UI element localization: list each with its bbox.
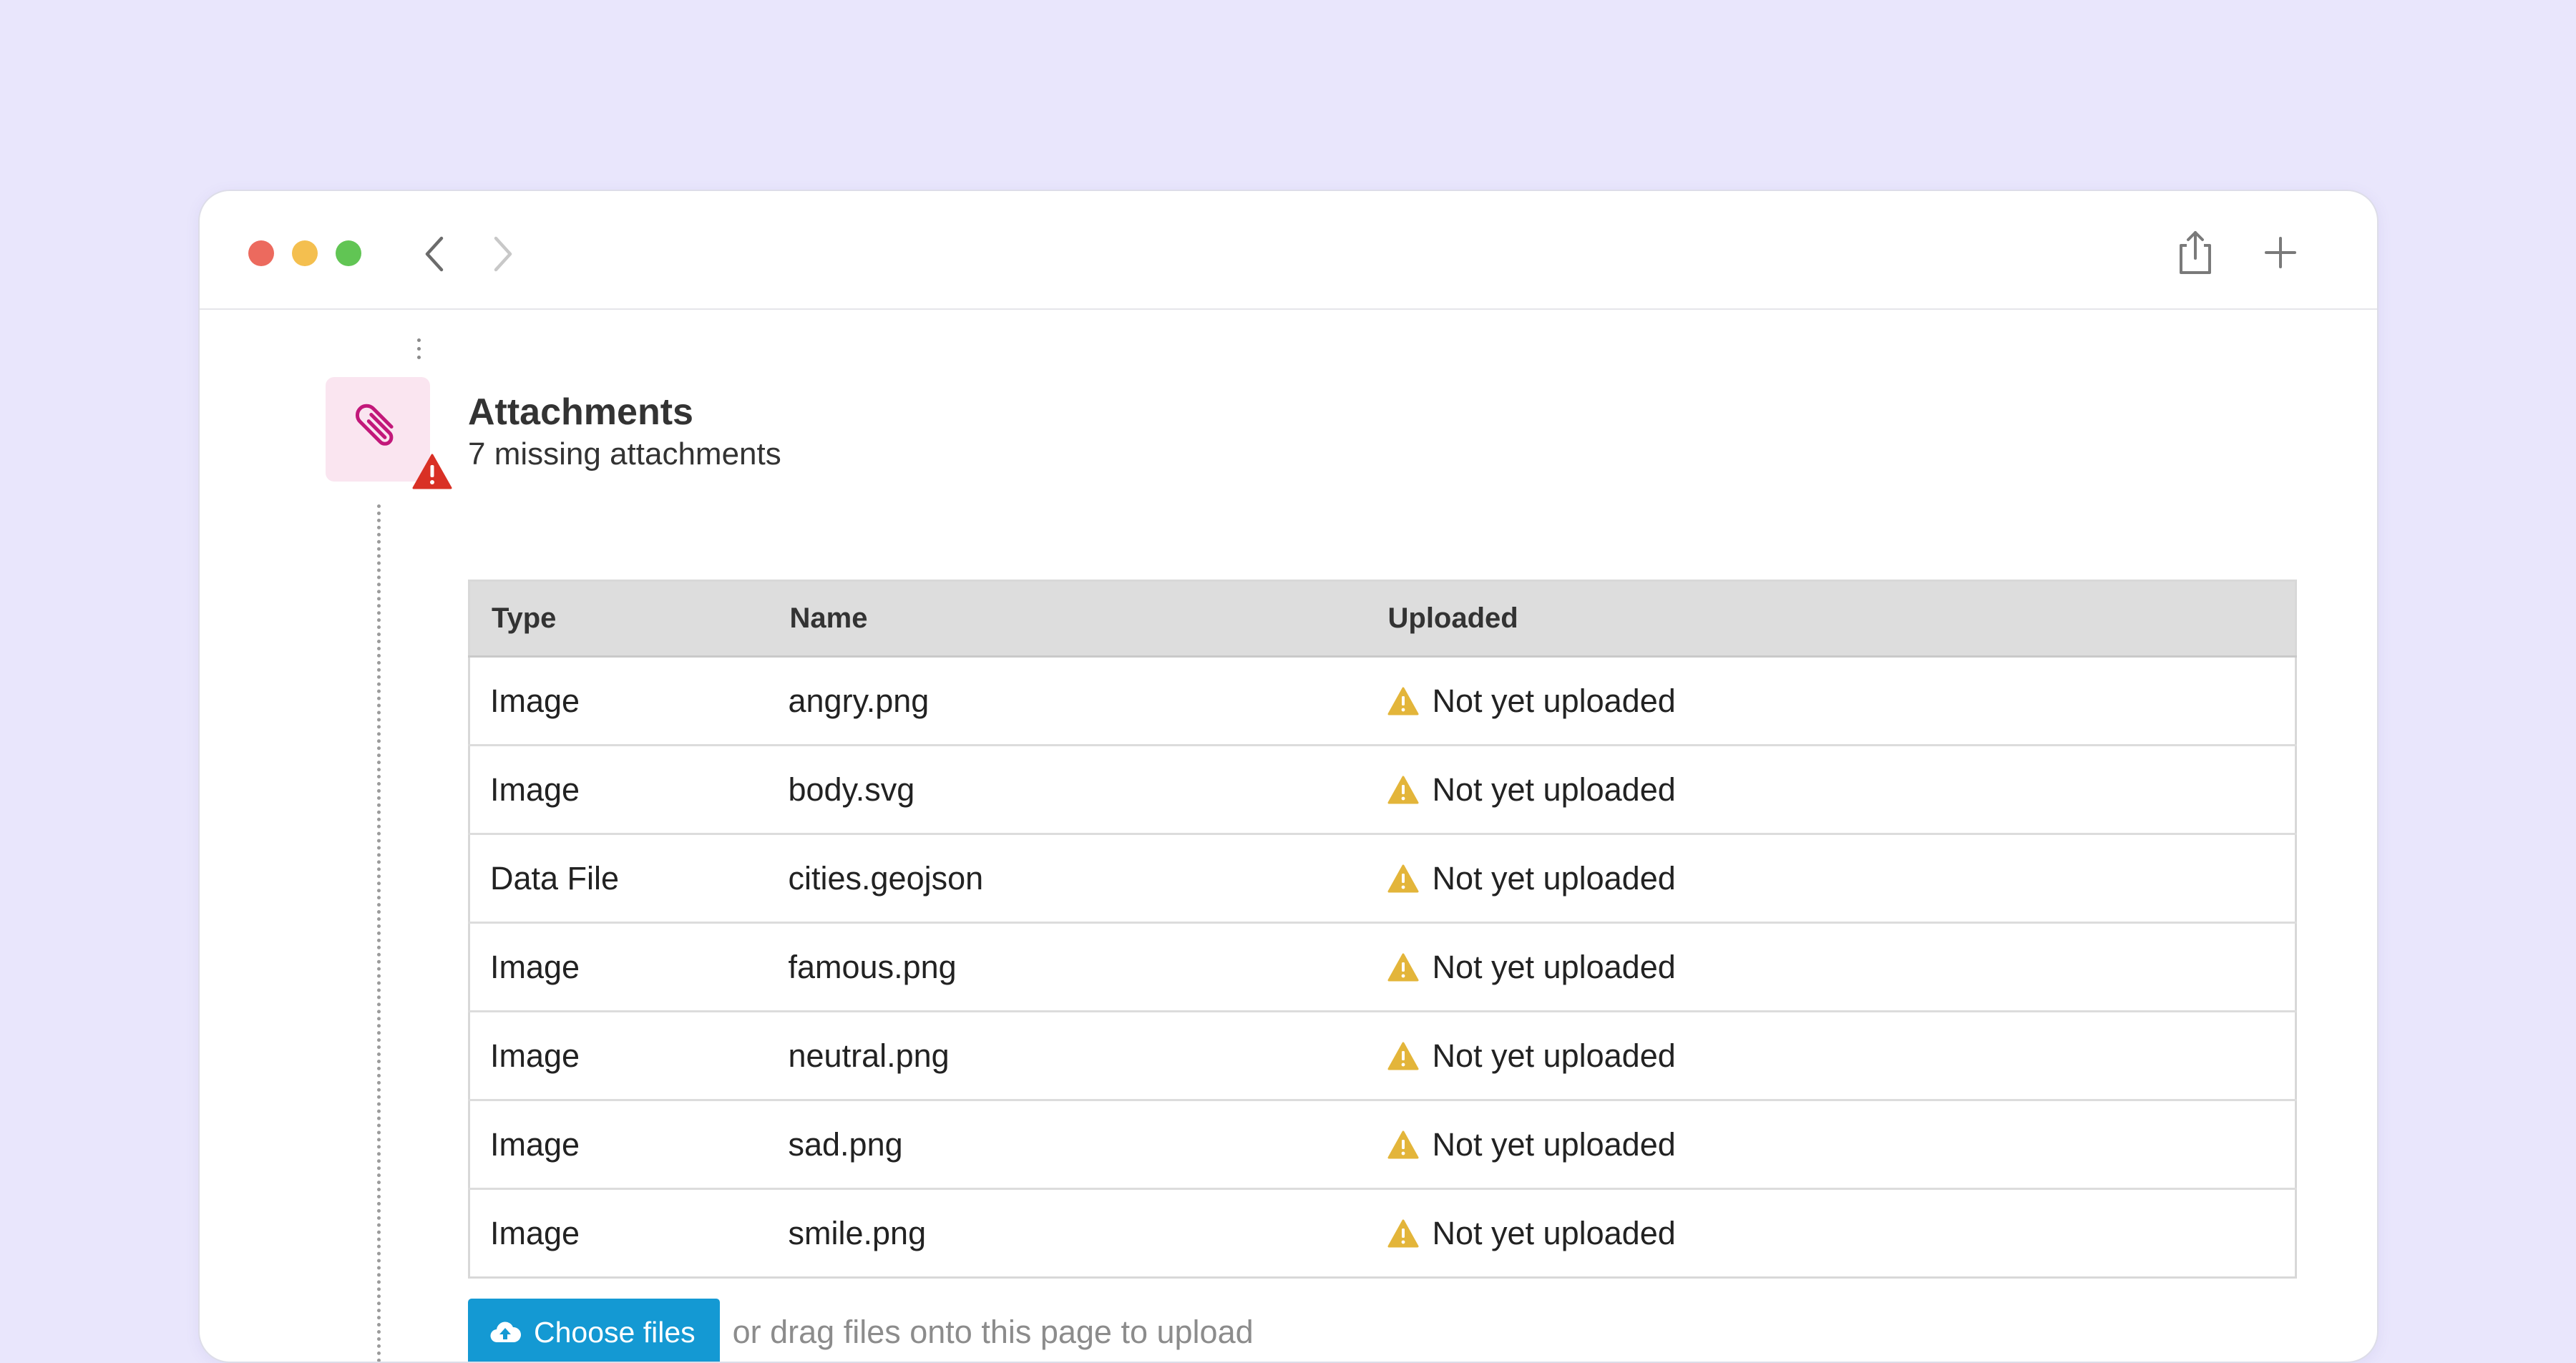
timeline-connector: [377, 504, 381, 1362]
upload-status-label: Not yet uploaded: [1432, 682, 1676, 719]
cell-name: famous.png: [768, 922, 1367, 1012]
upload-status-label: Not yet uploaded: [1432, 1037, 1676, 1074]
upload-status: Not yet uploaded: [1387, 771, 2296, 808]
choose-files-label: Choose files: [534, 1315, 696, 1349]
forward-button[interactable]: [480, 233, 523, 275]
cell-name: neutral.png: [768, 1010, 1367, 1100]
more-options-icon[interactable]: [411, 338, 426, 367]
page-content: Attachments 7 missing attachments Type N…: [200, 311, 2377, 1362]
cell-type: Image: [469, 744, 769, 834]
column-header-uploaded[interactable]: Uploaded: [1366, 580, 2296, 658]
upload-status-label: Not yet uploaded: [1432, 771, 1676, 808]
warning-icon: [1387, 864, 1418, 892]
maximize-window-button[interactable]: [336, 240, 361, 266]
cell-uploaded: Not yet uploaded: [1366, 833, 2296, 923]
cell-uploaded: Not yet uploaded: [1366, 1188, 2296, 1278]
upload-status: Not yet uploaded: [1387, 860, 2296, 897]
cell-type: Image: [469, 922, 769, 1012]
table-row: Image sad.png Not yet uploaded: [469, 1099, 2296, 1189]
chevron-left-icon: [425, 236, 444, 272]
upload-row: Choose files or drag files onto this pag…: [468, 1299, 1254, 1362]
back-button[interactable]: [414, 233, 457, 275]
cell-name: sad.png: [768, 1099, 1367, 1189]
cell-uploaded: Not yet uploaded: [1366, 744, 2296, 834]
column-header-type[interactable]: Type: [469, 580, 769, 658]
cell-name: angry.png: [768, 655, 1367, 746]
share-button[interactable]: [2172, 228, 2218, 277]
upload-status: Not yet uploaded: [1387, 1126, 2296, 1163]
upload-status: Not yet uploaded: [1387, 1215, 2296, 1252]
cloud-upload-icon: [490, 1322, 521, 1343]
cell-uploaded: Not yet uploaded: [1366, 1010, 2296, 1100]
table-row: Image smile.png Not yet uploaded: [469, 1188, 2296, 1278]
warning-icon: [1387, 687, 1418, 715]
cell-type: Data File: [469, 833, 769, 923]
warning-icon: [412, 454, 452, 489]
attachments-table: Type Name Uploaded Image angry.png Not yet…: [468, 580, 2297, 1279]
upload-status: Not yet uploaded: [1387, 1037, 2296, 1075]
minimize-window-button[interactable]: [292, 240, 318, 266]
upload-status: Not yet uploaded: [1387, 949, 2296, 986]
cell-name: cities.geojson: [768, 833, 1367, 923]
share-icon: [2180, 231, 2211, 274]
warning-icon: [1387, 1042, 1418, 1070]
choose-files-button[interactable]: Choose files: [468, 1299, 720, 1362]
cell-uploaded: Not yet uploaded: [1366, 1099, 2296, 1189]
upload-status-label: Not yet uploaded: [1432, 859, 1676, 897]
attachments-icon-tile: [326, 377, 452, 489]
table-row: Image angry.png Not yet uploaded: [469, 655, 2296, 746]
cell-type: Image: [469, 1188, 769, 1278]
title-bar: [200, 191, 2377, 310]
browser-window: Attachments 7 missing attachments Type N…: [198, 190, 2379, 1363]
paperclip-icon: [356, 404, 394, 446]
new-tab-button[interactable]: [2258, 228, 2303, 277]
upload-status-label: Not yet uploaded: [1432, 948, 1676, 985]
section-subtitle: 7 missing attachments: [468, 436, 781, 472]
upload-status-label: Not yet uploaded: [1432, 1214, 1676, 1251]
section-title: Attachments: [468, 391, 693, 433]
warning-icon: [1387, 953, 1418, 981]
chevron-right-icon: [494, 236, 512, 272]
warning-icon: [1387, 1219, 1418, 1247]
drag-drop-hint: or drag files onto this page to upload: [732, 1314, 1254, 1350]
close-window-button[interactable]: [248, 240, 274, 266]
warning-icon: [1387, 776, 1418, 803]
cell-name: smile.png: [768, 1188, 1367, 1278]
cell-type: Image: [469, 655, 769, 746]
table-row: Data File cities.geojson Not yet uploaded: [469, 833, 2296, 923]
warning-icon: [1387, 1130, 1418, 1158]
cell-type: Image: [469, 1099, 769, 1189]
cell-uploaded: Not yet uploaded: [1366, 655, 2296, 746]
cell-name: body.svg: [768, 744, 1367, 834]
cell-type: Image: [469, 1010, 769, 1100]
upload-status: Not yet uploaded: [1387, 683, 2296, 720]
plus-icon: [2265, 237, 2296, 268]
cell-uploaded: Not yet uploaded: [1366, 922, 2296, 1012]
table-row: Image neutral.png Not yet uploaded: [469, 1010, 2296, 1100]
table-row: Image body.svg Not yet uploaded: [469, 744, 2296, 834]
upload-status-label: Not yet uploaded: [1432, 1125, 1676, 1163]
table-header-row: Type Name Uploaded: [469, 580, 2296, 658]
column-header-name[interactable]: Name: [768, 580, 1367, 658]
table-row: Image famous.png Not yet uploaded: [469, 922, 2296, 1012]
